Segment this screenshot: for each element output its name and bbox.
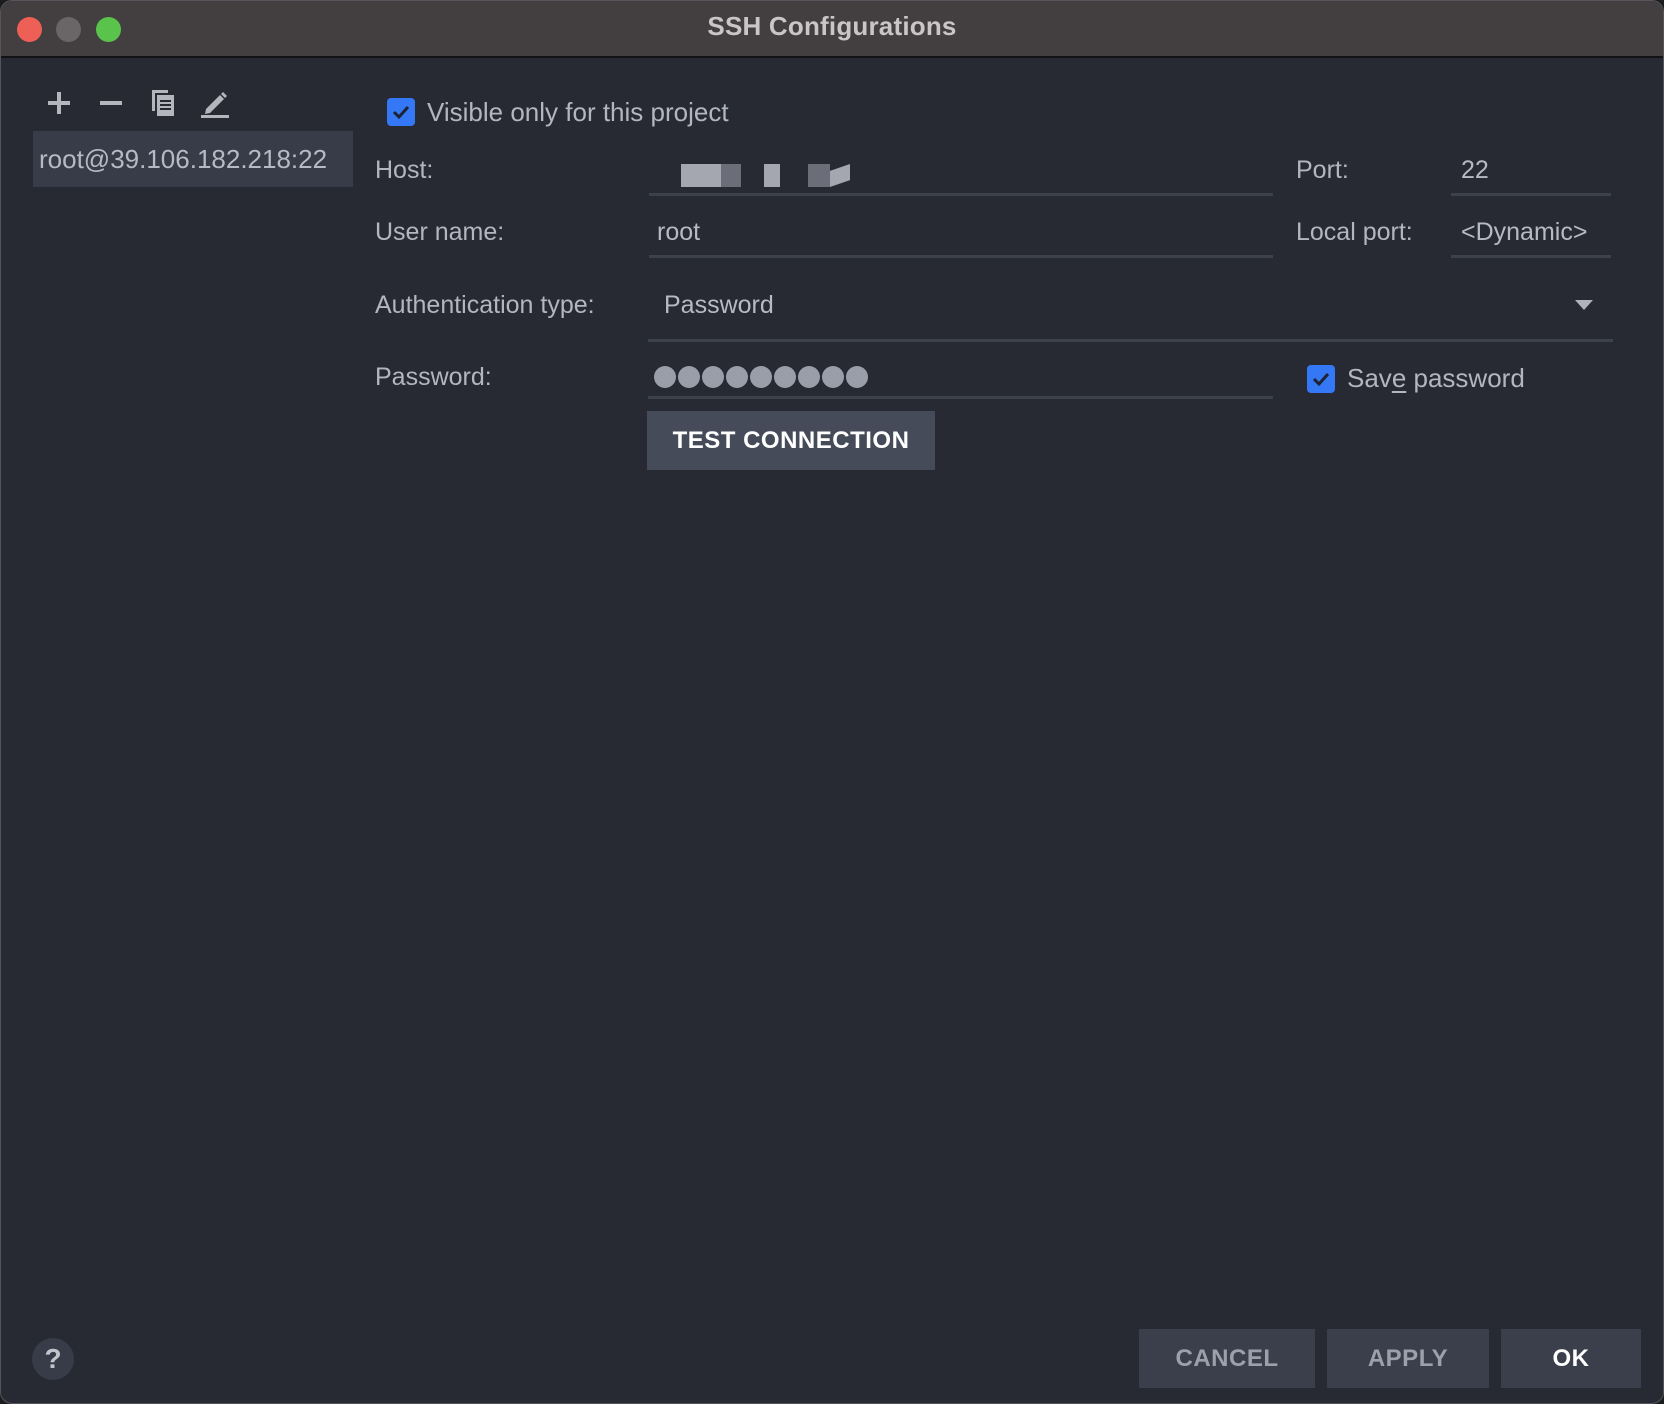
auth-type-label: Authentication type: bbox=[375, 291, 595, 319]
password-mask-dot bbox=[678, 366, 700, 388]
password-mask-dot bbox=[654, 366, 676, 388]
username-input[interactable] bbox=[649, 255, 1273, 258]
save-password-label-part: Sav bbox=[1347, 363, 1392, 393]
ssh-config-list-item[interactable]: root@39.106.182.218:22 bbox=[33, 131, 353, 187]
edit-icon[interactable] bbox=[200, 87, 230, 119]
add-icon[interactable] bbox=[44, 87, 74, 119]
checkmark-icon bbox=[392, 105, 410, 120]
password-input[interactable] bbox=[648, 396, 1273, 399]
port-input-value[interactable]: 22 bbox=[1461, 156, 1489, 185]
auth-type-select-value[interactable]: Password bbox=[664, 291, 774, 320]
save-password-checkbox[interactable] bbox=[1307, 365, 1335, 393]
password-mask-dot bbox=[846, 366, 868, 388]
local-port-label: Local port: bbox=[1296, 218, 1413, 246]
title-bar[interactable]: SSH Configurations bbox=[1, 1, 1663, 58]
password-mask-dot bbox=[822, 366, 844, 388]
username-input-value[interactable]: root bbox=[657, 218, 700, 247]
ssh-configurations-dialog: SSH Configurations root@39.106.182.218:2… bbox=[0, 0, 1664, 1404]
test-connection-button[interactable]: TEST CONNECTION bbox=[647, 411, 935, 470]
window-title: SSH Configurations bbox=[707, 11, 957, 41]
checkmark-icon bbox=[1312, 372, 1330, 387]
chevron-down-icon[interactable] bbox=[1575, 300, 1593, 310]
remove-icon[interactable] bbox=[96, 87, 126, 119]
visible-only-label: Visible only for this project bbox=[427, 97, 729, 127]
password-mask-dot bbox=[726, 366, 748, 388]
ok-button[interactable]: OK bbox=[1501, 1329, 1641, 1388]
help-button[interactable]: ? bbox=[32, 1338, 74, 1380]
password-input-masked-value[interactable] bbox=[654, 366, 870, 388]
apply-button[interactable]: APPLY bbox=[1327, 1329, 1489, 1388]
password-mask-dot bbox=[702, 366, 724, 388]
port-label: Port: bbox=[1296, 156, 1349, 184]
local-port-input[interactable] bbox=[1451, 255, 1611, 258]
password-mask-dot bbox=[750, 366, 772, 388]
copy-icon[interactable] bbox=[148, 87, 178, 119]
save-password-label: Save password bbox=[1347, 363, 1525, 394]
password-label: Password: bbox=[375, 363, 492, 391]
password-mask-dot bbox=[798, 366, 820, 388]
save-password-label-part: password bbox=[1406, 363, 1525, 393]
visible-only-checkbox[interactable] bbox=[387, 98, 415, 126]
auth-type-select[interactable] bbox=[648, 339, 1613, 342]
cancel-button[interactable]: CANCEL bbox=[1139, 1329, 1315, 1388]
local-port-input-value[interactable]: <Dynamic> bbox=[1461, 218, 1587, 247]
password-mask-dot bbox=[774, 366, 796, 388]
username-label: User name: bbox=[375, 218, 505, 246]
port-input[interactable] bbox=[1451, 193, 1611, 196]
host-label: Host: bbox=[375, 156, 434, 184]
host-input[interactable] bbox=[649, 193, 1273, 196]
save-password-mnemonic: e bbox=[1391, 363, 1407, 393]
